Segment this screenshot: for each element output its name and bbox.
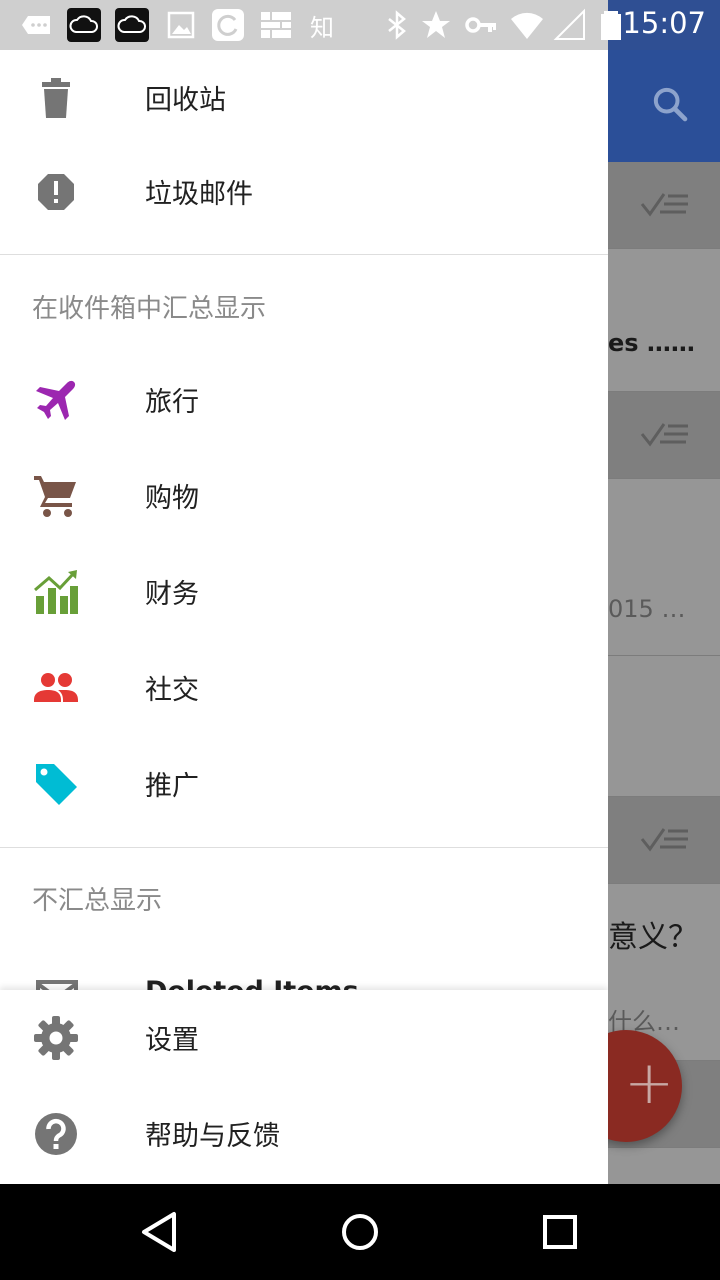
- mark-done-icon[interactable]: [640, 190, 690, 220]
- drawer-item-shopping[interactable]: 购物: [0, 448, 608, 544]
- drawer-item-label: 帮助与反馈: [145, 1121, 280, 1152]
- recents-icon[interactable]: [536, 1208, 584, 1256]
- mark-done-icon[interactable]: [640, 825, 690, 855]
- drawer-item-promotions[interactable]: 推广: [0, 736, 608, 832]
- wifi-icon: [511, 12, 543, 39]
- key-icon: [465, 17, 496, 33]
- drawer-item-social[interactable]: 社交: [0, 640, 608, 736]
- bluetooth-icon: [388, 10, 406, 40]
- drawer-footer: 设置 帮助与反馈: [0, 990, 608, 1184]
- cloud-icon: [115, 8, 149, 42]
- drawer-item-label: 推广: [145, 771, 199, 802]
- tag-icon: [36, 764, 77, 805]
- status-bar: 知 15:07: [0, 0, 720, 50]
- unbundled-section-header: 不汇总显示: [32, 886, 163, 916]
- message-subject: 意义？: [608, 920, 698, 955]
- drawer-item-finance[interactable]: 财务: [0, 544, 608, 640]
- zhi-indicator: 知: [310, 14, 334, 42]
- finance-icon: [34, 570, 78, 614]
- spam-icon: [38, 174, 74, 210]
- drawer-item-label: 回收站: [145, 85, 226, 116]
- drawer-item-help[interactable]: 帮助与反馈: [0, 1086, 608, 1182]
- drawer-item-settings[interactable]: 设置: [0, 990, 608, 1086]
- drawer-item-trash[interactable]: 回收站: [0, 50, 608, 146]
- gear-icon: [34, 1016, 78, 1060]
- signal-icon: [553, 8, 585, 40]
- back-icon[interactable]: [136, 1208, 184, 1256]
- mark-done-icon[interactable]: [640, 420, 690, 450]
- plus-icon: +: [624, 1048, 675, 1118]
- drawer-item-label: 财务: [145, 579, 199, 610]
- home-icon[interactable]: [336, 1208, 384, 1256]
- message-snippet: es ……: [608, 329, 695, 357]
- cloud-icon: [67, 8, 101, 42]
- bundled-section-header: 在收件箱中汇总显示: [32, 294, 267, 324]
- search-icon[interactable]: [650, 84, 690, 124]
- trash-icon: [42, 78, 70, 118]
- drawer-item-label: 社交: [145, 675, 199, 706]
- clock: 15:07: [622, 6, 706, 40]
- drawer-item-label: 设置: [145, 1025, 199, 1056]
- drawer-item-label: 垃圾邮件: [145, 179, 253, 210]
- cart-icon: [34, 476, 76, 517]
- divider: [0, 254, 608, 255]
- flight-icon: [36, 380, 76, 420]
- grid-icon: [261, 12, 291, 38]
- star-icon: [422, 11, 450, 38]
- system-navigation-bar: [0, 1184, 720, 1280]
- drawer-item-travel[interactable]: 旅行: [0, 352, 608, 448]
- drawer-item-label: 购物: [145, 483, 199, 514]
- message-icon: [22, 16, 50, 34]
- navigation-drawer: 回收站 垃圾邮件 在收件箱中汇总显示 旅行 购物 财务 社交 推广 不汇总显示 …: [0, 50, 608, 1184]
- people-icon: [34, 673, 78, 702]
- drawer-item-label: 旅行: [145, 387, 199, 418]
- message-snippet: 015 …: [608, 595, 686, 623]
- sync-icon: [212, 9, 244, 41]
- drawer-item-spam[interactable]: 垃圾邮件: [0, 144, 608, 240]
- help-icon: [35, 1113, 77, 1155]
- image-icon: [167, 11, 195, 39]
- divider: [0, 847, 608, 848]
